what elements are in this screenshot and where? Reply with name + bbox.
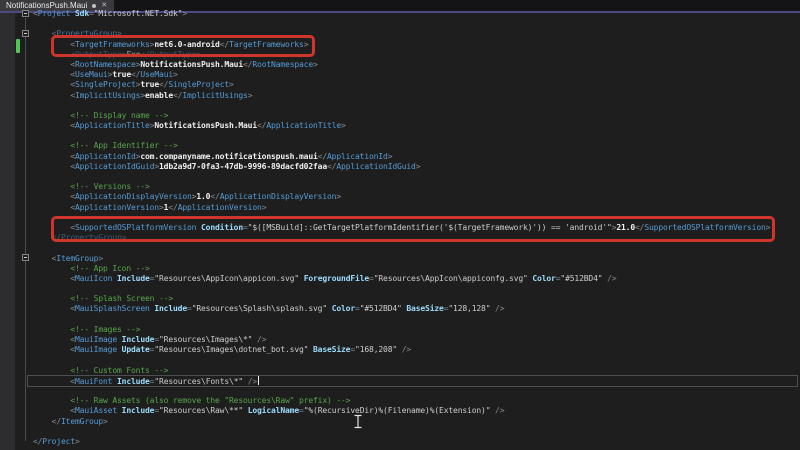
code-line: <!-- App Identifier --> xyxy=(33,141,770,151)
code-line xyxy=(33,19,770,29)
code-line xyxy=(33,284,770,294)
code-line xyxy=(33,131,770,141)
tracked-change-indicator xyxy=(16,39,20,53)
fold-collapse-button[interactable] xyxy=(22,30,29,37)
code-line: </ItemGroup> xyxy=(33,417,770,427)
code-line: <!-- App Icon --> xyxy=(33,264,770,274)
code-line: <MauiFont Include="Resources\Fonts\*" /> xyxy=(33,376,770,386)
code-line: <PropertyGroup> xyxy=(33,29,770,39)
code-line: <ApplicationTitle>NotificationsPush.Maui… xyxy=(33,121,770,131)
code-line: <ApplicationDisplayVersion>1.0</Applicat… xyxy=(33,192,770,202)
code-line: <ApplicationVersion>1</ApplicationVersio… xyxy=(33,203,770,213)
text-caret xyxy=(258,376,259,385)
code-line xyxy=(33,213,770,223)
vs-editor-window: NotificationsPush.Maui ✕ <Project Sdk="M… xyxy=(0,0,800,450)
code-line: <Project Sdk="Microsoft.NET.Sdk"> xyxy=(33,9,770,19)
code-line xyxy=(33,172,770,182)
code-editor[interactable]: <Project Sdk="Microsoft.NET.Sdk"> <Prope… xyxy=(0,13,800,450)
code-line: <ImplicitUsings>enable</ImplicitUsings> xyxy=(33,91,770,101)
code-line: <ItemGroup> xyxy=(33,254,770,264)
code-line xyxy=(33,386,770,396)
fold-collapse-button[interactable] xyxy=(22,10,29,17)
code-line: <MauiImage Include="Resources\Images\*" … xyxy=(33,335,770,345)
mouse-ibeam-cursor xyxy=(353,414,363,429)
code-line: <MauiAsset Include="Resources\Raw\**" Lo… xyxy=(33,406,770,416)
code-line xyxy=(33,243,770,253)
code-line: <SupportedOSPlatformVersion Condition="$… xyxy=(33,223,770,233)
code-line xyxy=(33,427,770,437)
code-line: <MauiIcon Include="Resources\AppIcon\app… xyxy=(33,274,770,284)
modified-dot-icon xyxy=(92,4,96,8)
code-line: <ApplicationId>com.companyname.notificat… xyxy=(33,152,770,162)
code-line: <!-- Splash Screen --> xyxy=(33,294,770,304)
code-line: <MauiSplashScreen Include="Resources\Spl… xyxy=(33,304,770,314)
code-line: <UseMaui>true</UseMaui> xyxy=(33,70,770,80)
code-line: <MauiImage Update="Resources\Images\dotn… xyxy=(33,345,770,355)
code-line xyxy=(33,315,770,325)
code-line: <!-- Custom Fonts --> xyxy=(33,366,770,376)
code-line: <!-- Raw Assets (also remove the "Resour… xyxy=(33,396,770,406)
code-line: <!-- Display name --> xyxy=(33,111,770,121)
code-line xyxy=(33,355,770,365)
code-line xyxy=(33,101,770,111)
code-content[interactable]: <Project Sdk="Microsoft.NET.Sdk"> <Prope… xyxy=(33,9,770,447)
outline-guide-line xyxy=(25,18,26,441)
breakpoint-margin[interactable] xyxy=(0,13,15,450)
code-line: </Project> xyxy=(33,437,770,447)
code-line: <SingleProject>true</SingleProject> xyxy=(33,80,770,90)
code-line: <OutputType>Exe</OutputType> xyxy=(33,50,770,60)
code-line: </PropertyGroup> xyxy=(33,233,770,243)
fold-collapse-button[interactable] xyxy=(22,254,29,261)
code-line: <ApplicationIdGuid>1db2a9d7-0fa3-47db-99… xyxy=(33,162,770,172)
code-line: <RootNamespace>NotificationsPush.Maui</R… xyxy=(33,60,770,70)
code-line: <TargetFrameworks>net6.0-android</Target… xyxy=(33,40,770,50)
code-line: <!-- Images --> xyxy=(33,325,770,335)
code-line: <!-- Versions --> xyxy=(33,182,770,192)
